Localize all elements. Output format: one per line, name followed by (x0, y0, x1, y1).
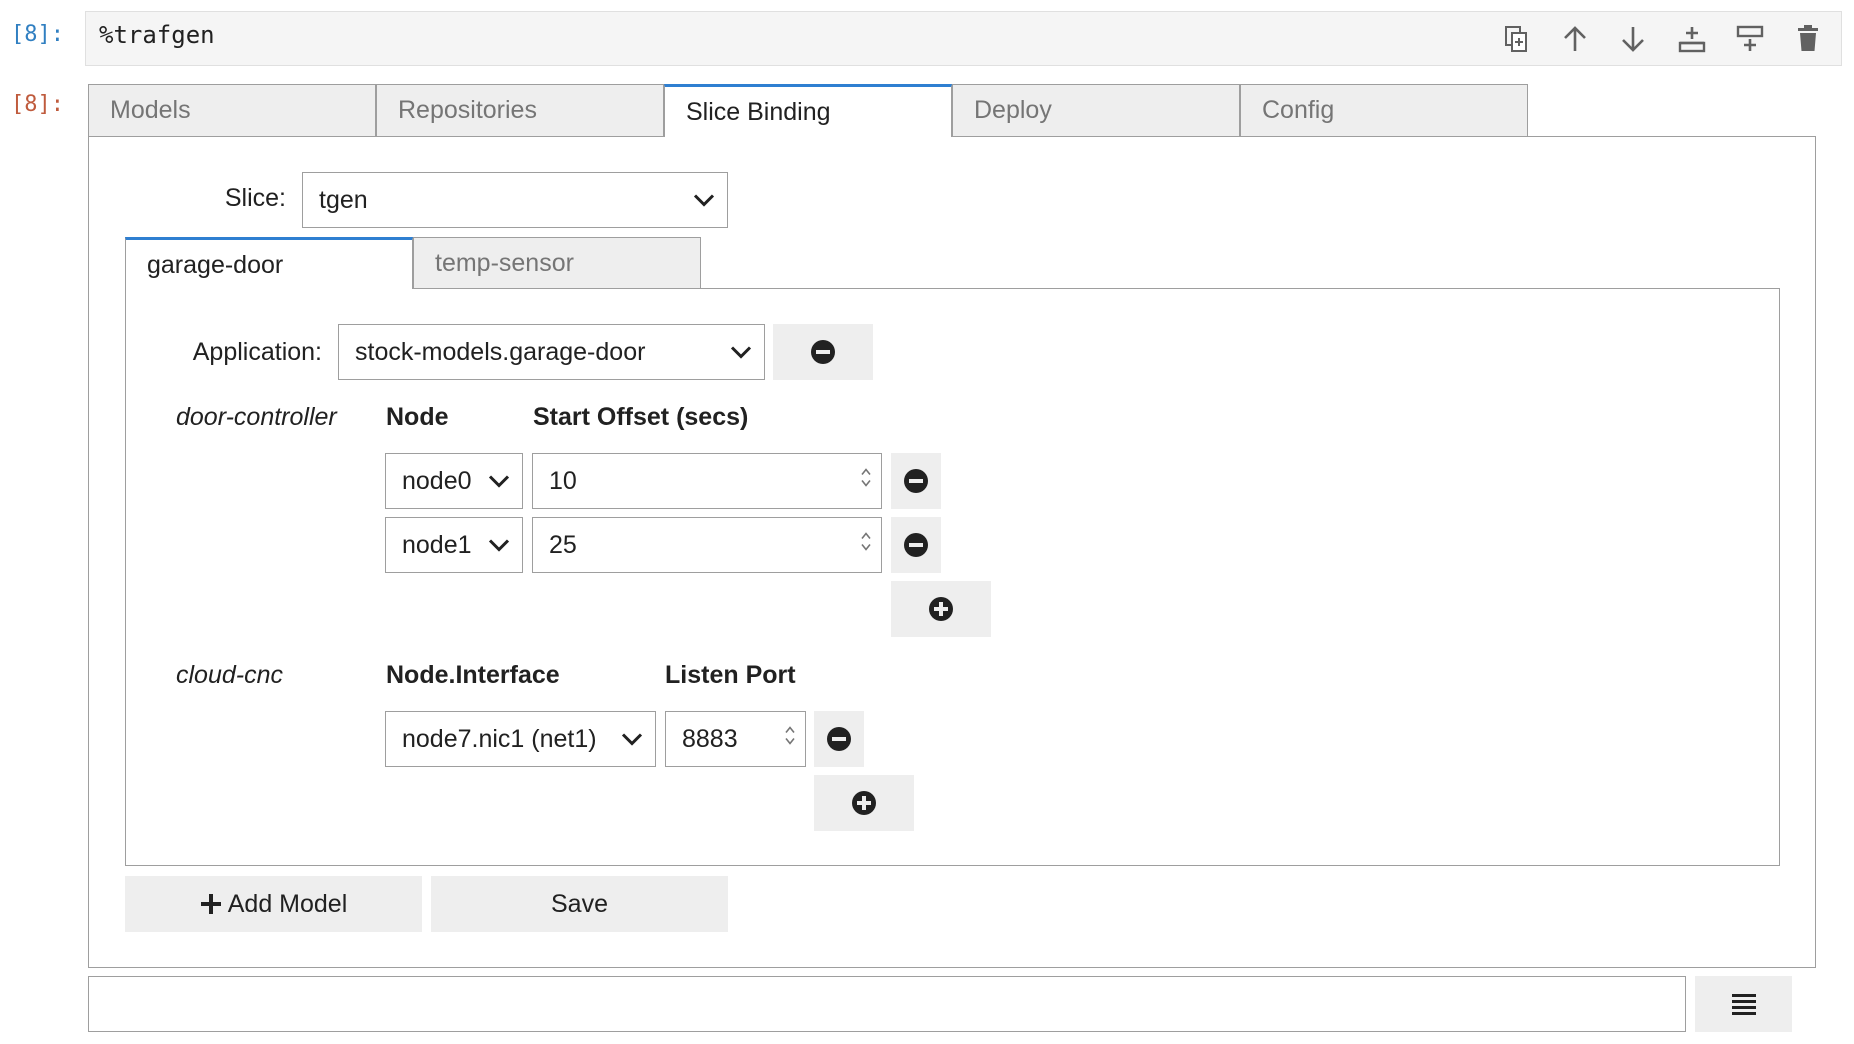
tab-config[interactable]: Config (1240, 84, 1528, 137)
listen-port-input[interactable]: 8883 (665, 711, 806, 767)
add-circle-icon (929, 597, 953, 621)
tab-label: Slice Binding (686, 98, 831, 126)
spinner-icon[interactable] (859, 529, 873, 562)
add-model-button[interactable]: Add Model (125, 876, 422, 932)
node-select-value: node1 (402, 530, 472, 559)
insert-above-icon[interactable] (1733, 22, 1767, 56)
output-prompt: [8]: (11, 92, 64, 117)
active-tab-gap (665, 135, 951, 138)
active-subtab-gap (126, 287, 412, 290)
listen-port-value: 8883 (682, 724, 738, 753)
remove-circle-icon (811, 340, 835, 364)
chevron-down-icon (693, 186, 715, 215)
duplicate-icon[interactable] (1500, 22, 1534, 56)
remove-circle-icon (904, 469, 928, 493)
tab-deploy[interactable]: Deploy (952, 84, 1240, 137)
tab-label: Config (1262, 96, 1335, 124)
code-text[interactable]: %trafgen (99, 21, 215, 49)
start-offset-value: 25 (549, 530, 577, 559)
node-select[interactable]: node0 (385, 453, 523, 509)
add-model-label: Add Model (227, 889, 348, 918)
save-button[interactable]: Save (431, 876, 728, 932)
node-select[interactable]: node1 (385, 517, 523, 573)
start-offset-input[interactable]: 25 (532, 517, 882, 573)
save-label: Save (551, 889, 608, 918)
node-interface-column-header: Node.Interface (386, 661, 560, 689)
add-circle-icon (852, 791, 876, 815)
remove-node-button[interactable] (891, 517, 941, 573)
slice-select-value: tgen (319, 185, 368, 214)
node-interface-select[interactable]: node7.nic1 (net1) (385, 711, 656, 767)
output-text-field[interactable] (88, 976, 1686, 1032)
tab-label: garage-door (147, 250, 284, 279)
node-column-header: Node (386, 403, 449, 431)
slice-label: Slice: (224, 184, 286, 212)
tab-label: temp-sensor (435, 248, 574, 277)
tab-garage-door[interactable]: garage-door (125, 237, 413, 290)
start-offset-column-header: Start Offset (secs) (533, 403, 749, 431)
slice-select[interactable]: tgen (302, 172, 728, 228)
remove-application-button[interactable] (773, 324, 873, 380)
tab-slice-binding[interactable]: Slice Binding (664, 84, 952, 138)
tab-repositories[interactable]: Repositories (376, 84, 664, 137)
application-label: Application: (192, 338, 322, 366)
menu-button[interactable] (1695, 976, 1792, 1032)
input-prompt: [8]: (11, 22, 64, 47)
delete-icon[interactable] (1791, 22, 1825, 56)
chevron-down-icon (488, 467, 510, 496)
add-interface-button[interactable] (814, 775, 914, 831)
add-node-button[interactable] (891, 581, 991, 637)
tab-label: Models (110, 96, 191, 124)
remove-circle-icon (827, 727, 851, 751)
chevron-down-icon (730, 338, 752, 367)
spinner-icon[interactable] (859, 465, 873, 498)
tab-models[interactable]: Models (88, 84, 376, 137)
node-select-value: node0 (402, 466, 472, 495)
tab-label: Deploy (974, 96, 1052, 124)
insert-below-icon[interactable] (1675, 22, 1709, 56)
door-controller-label: door-controller (176, 403, 337, 431)
plus-icon (200, 894, 221, 914)
start-offset-input[interactable]: 10 (532, 453, 882, 509)
start-offset-value: 10 (549, 466, 577, 495)
remove-interface-button[interactable] (814, 711, 864, 767)
tab-label: Repositories (398, 96, 537, 124)
chevron-down-icon (621, 725, 643, 754)
application-select[interactable]: stock-models.garage-door (338, 324, 765, 380)
move-down-icon[interactable] (1616, 22, 1650, 56)
spinner-icon[interactable] (783, 723, 797, 756)
menu-lines-icon (1731, 994, 1756, 1015)
remove-circle-icon (904, 533, 928, 557)
listen-port-column-header: Listen Port (665, 661, 796, 689)
node-interface-select-value: node7.nic1 (net1) (402, 724, 597, 753)
tab-temp-sensor[interactable]: temp-sensor (413, 237, 701, 289)
remove-node-button[interactable] (891, 453, 941, 509)
chevron-down-icon (488, 531, 510, 560)
move-up-icon[interactable] (1558, 22, 1592, 56)
cloud-cnc-label: cloud-cnc (176, 661, 283, 689)
application-select-value: stock-models.garage-door (355, 337, 646, 366)
